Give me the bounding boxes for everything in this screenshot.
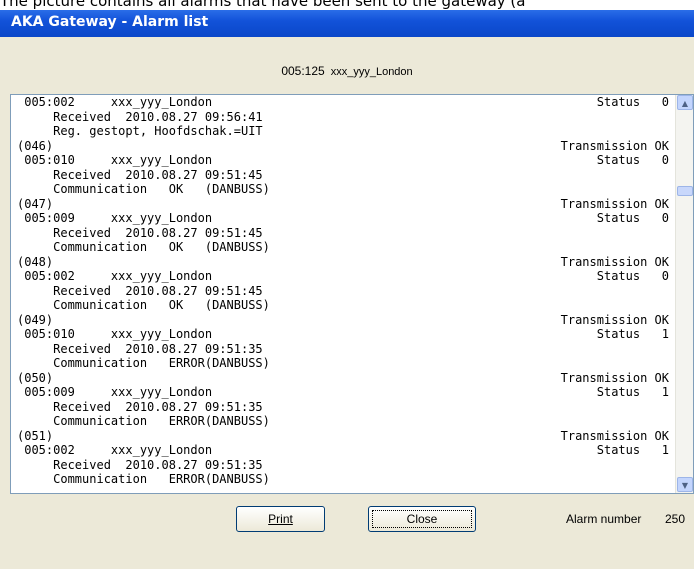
alarm-line: Received 2010.08.27 09:51:35 xyxy=(17,400,669,415)
alarm-line: 005:010 xxx_yyy_London Status 0 xyxy=(17,153,669,168)
page-caption: The picture contains all alarms that hav… xyxy=(0,0,526,10)
alarm-line-status: Status 1 xyxy=(596,443,669,457)
alarm-line: (050) Transmission OK xyxy=(17,371,669,386)
alarm-line: (051) Transmission OK xyxy=(17,429,669,444)
alarm-line: Received 2010.08.27 09:51:45 xyxy=(17,284,669,299)
alarm-line-text: Communication OK (DANBUSS) xyxy=(17,240,270,254)
alarm-line-text: Communication ERROR(DANBUSS) xyxy=(17,472,270,486)
alarm-line-status: Status 0 xyxy=(596,95,669,109)
alarm-line-status: Transmission OK xyxy=(560,428,669,443)
alarm-line: Communication ERROR(DANBUSS) xyxy=(17,472,669,487)
alarm-line: 005:002 xxx_yyy_London Status 1 xyxy=(17,443,669,458)
alarm-line-status: Status 1 xyxy=(596,385,669,399)
alarm-line-text: (051) xyxy=(17,428,54,443)
alarm-line-text: Communication OK (DANBUSS) xyxy=(17,182,270,196)
alarm-line: Reg. gestopt, Hoofdschak.=UIT xyxy=(17,124,669,139)
alarm-number-value: 250 xyxy=(665,512,686,526)
alarm-line-text: Received 2010.08.27 09:51:45 xyxy=(17,167,263,182)
alarm-line-text: Received 2010.08.27 09:51:35 xyxy=(17,399,263,414)
alarm-line: Received 2010.08.27 09:51:35 xyxy=(17,342,669,357)
alarm-line: (048) Transmission OK xyxy=(17,255,669,270)
title-bar[interactable]: AKA Gateway - Alarm list xyxy=(0,10,694,37)
alarm-line-text: Received 2010.08.27 09:51:35 xyxy=(17,457,263,472)
alarm-line-text: Communication OK (DANBUSS) xyxy=(17,298,270,312)
alarm-line-text: 005:002 xxx_yyy_London xyxy=(17,269,213,283)
print-button-label: Print xyxy=(268,512,293,526)
alarm-line-text: Communication ERROR(DANBUSS) xyxy=(17,356,270,370)
print-button[interactable]: Print xyxy=(236,506,325,532)
alarm-line: Received 2010.08.27 09:51:35 xyxy=(17,458,669,473)
alarm-number-label: Alarm number xyxy=(566,512,642,526)
alarm-line: 005:009 xxx_yyy_London Status 1 xyxy=(17,385,669,400)
alarm-line: Received 2010.08.27 09:56:41 xyxy=(17,110,669,125)
scrollbar-thumb[interactable] xyxy=(677,186,693,196)
scroll-up-arrow-icon[interactable]: ▲ xyxy=(677,95,693,110)
alarm-line-status: Transmission OK xyxy=(560,312,669,327)
alarm-line-text: 005:002 xxx_yyy_London xyxy=(17,443,213,457)
alarm-line: (046) Transmission OK xyxy=(17,139,669,154)
gateway-site-name: xxx_yyy_London xyxy=(330,66,413,78)
alarm-line-text: 005:010 xxx_yyy_London xyxy=(17,327,213,341)
alarm-line: Communication ERROR(DANBUSS) xyxy=(17,356,669,371)
alarm-line: Received 2010.08.27 09:51:45 xyxy=(17,226,669,241)
alarm-line: Communication OK (DANBUSS) xyxy=(17,298,669,313)
scroll-down-arrow-icon[interactable]: ▼ xyxy=(677,477,693,492)
alarm-line: 005:009 xxx_yyy_London Status 0 xyxy=(17,211,669,226)
alarm-line-status: Status 0 xyxy=(596,153,669,167)
alarm-line-text: 005:002 xxx_yyy_London xyxy=(17,95,213,109)
gateway-address: 005:125 xyxy=(281,64,325,78)
close-button[interactable]: Close xyxy=(368,506,476,532)
alarm-lines: 005:002 xxx_yyy_London Status 0 Received … xyxy=(17,95,669,487)
alarm-line-text: Received 2010.08.27 09:51:45 xyxy=(17,283,263,298)
alarm-line-text: 005:009 xxx_yyy_London xyxy=(17,385,213,399)
alarm-line-status: Transmission OK xyxy=(560,138,669,153)
bottom-bar: Print Close Alarm number 250 xyxy=(0,494,694,569)
alarm-line: (049) Transmission OK xyxy=(17,313,669,328)
alarm-line-text: (050) xyxy=(17,370,54,385)
alarm-line-text: Reg. gestopt, Hoofdschak.=UIT xyxy=(17,124,263,138)
alarm-line: (047) Transmission OK xyxy=(17,197,669,212)
alarm-line-text: 005:009 xxx_yyy_London xyxy=(17,211,213,225)
alarm-line-text: Received 2010.08.27 09:51:35 xyxy=(17,341,263,356)
vertical-scrollbar[interactable]: ▲ ▼ xyxy=(675,95,693,493)
alarm-list-window: AKA Gateway - Alarm list 005:125 xxx_yyy_… xyxy=(0,10,694,569)
alarm-line-status: Status 0 xyxy=(596,269,669,283)
alarm-line-text: 005:010 xxx_yyy_London xyxy=(17,153,213,167)
gateway-header: 005:125 xxx_yyy_London xyxy=(3,54,691,88)
alarm-line-text: Received 2010.08.27 09:56:41 xyxy=(17,109,263,124)
alarm-line: 005:002 xxx_yyy_London Status 0 xyxy=(17,269,669,284)
close-button-label: Close xyxy=(406,512,438,526)
window-title: AKA Gateway - Alarm list xyxy=(11,14,209,30)
alarm-line-status: Transmission OK xyxy=(560,196,669,211)
alarm-line: Communication ERROR(DANBUSS) xyxy=(17,414,669,429)
alarm-line: Communication OK (DANBUSS) xyxy=(17,182,669,197)
alarm-line-text: (046) xyxy=(17,138,54,153)
alarm-line-text: (048) xyxy=(17,254,54,269)
alarm-list[interactable]: 005:002 xxx_yyy_London Status 0 Received … xyxy=(10,94,694,494)
alarm-line-status: Status 0 xyxy=(596,211,669,225)
alarm-line: Received 2010.08.27 09:51:45 xyxy=(17,168,669,183)
alarm-line-text: Received 2010.08.27 09:51:45 xyxy=(17,225,263,240)
alarm-line-status: Transmission OK xyxy=(560,254,669,269)
alarm-line-text: (047) xyxy=(17,196,54,211)
alarm-line-text: Communication ERROR(DANBUSS) xyxy=(17,414,270,428)
alarm-line: 005:002 xxx_yyy_London Status 0 xyxy=(17,95,669,110)
alarm-line: 005:010 xxx_yyy_London Status 1 xyxy=(17,327,669,342)
alarm-line-text: (049) xyxy=(17,312,54,327)
alarm-line-status: Transmission OK xyxy=(560,370,669,385)
alarm-line: Communication OK (DANBUSS) xyxy=(17,240,669,255)
alarm-line-status: Status 1 xyxy=(596,327,669,341)
